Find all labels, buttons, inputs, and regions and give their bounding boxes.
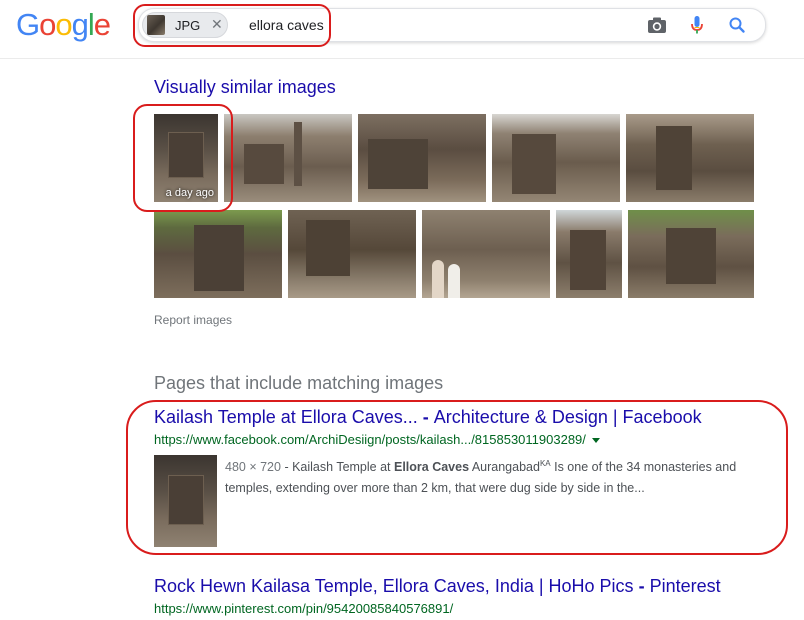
google-logo[interactable]: G o o g l e <box>16 7 111 42</box>
search-box[interactable]: JPG ✕ <box>138 8 766 42</box>
pillar-shape <box>294 122 302 186</box>
result-1-dimensions: 480 × 720 <box>225 460 281 475</box>
camera-icon[interactable] <box>646 15 668 35</box>
similar-image-7[interactable] <box>288 210 416 298</box>
similar-image-3[interactable] <box>358 114 486 202</box>
result-2-url[interactable]: https://www.pinterest.com/pin/9542008584… <box>154 601 453 616</box>
logo-letter-g2: g <box>71 7 89 42</box>
result-1-thumbnail[interactable] <box>154 455 217 547</box>
image-age-label: a day ago <box>165 187 214 199</box>
temple-shape <box>244 144 284 184</box>
logo-letter-o2: o <box>55 7 72 42</box>
image-search-chip[interactable]: JPG ✕ <box>142 12 228 38</box>
search-icon[interactable] <box>726 15 748 35</box>
similar-image-4[interactable] <box>492 114 620 202</box>
result-1-title-site: Architecture & Design | Facebook <box>433 407 702 427</box>
temple-shape <box>194 225 244 291</box>
similar-image-6[interactable] <box>154 210 282 298</box>
result-1-snippet: 480 × 720 - Kailash Temple at Ellora Cav… <box>225 453 770 499</box>
temple-shape <box>168 132 204 178</box>
temple-shape <box>306 220 350 276</box>
snippet-part: Aurangabad <box>469 460 540 475</box>
logo-letter-g: G <box>16 7 40 42</box>
snippet-superscript: KA <box>539 459 551 468</box>
microphone-icon[interactable] <box>686 15 708 35</box>
visually-similar-heading[interactable]: Visually similar images <box>154 77 336 98</box>
matching-pages-heading: Pages that include matching images <box>154 373 444 393</box>
snippet-part: - Kailash Temple at <box>280 460 394 475</box>
similar-image-10[interactable] <box>628 210 754 298</box>
similar-image-5[interactable] <box>626 114 754 202</box>
result-1-title[interactable]: Kailash Temple at Ellora Caves... - Arch… <box>154 407 702 428</box>
temple-shape <box>666 228 716 284</box>
temple-shape <box>656 126 692 190</box>
search-input[interactable] <box>249 17 449 33</box>
logo-letter-e: e <box>93 7 111 42</box>
snippet-bold: Ellora Caves <box>394 460 470 475</box>
chevron-down-icon[interactable] <box>591 438 600 444</box>
close-icon[interactable]: ✕ <box>211 16 223 33</box>
chip-label: JPG <box>175 18 201 33</box>
result-1-title-main: Kailash Temple at Ellora Caves... <box>154 407 418 427</box>
similar-image-2[interactable] <box>224 114 352 202</box>
result-2-title-site: Pinterest <box>649 576 721 596</box>
chip-image-thumbnail <box>147 15 165 35</box>
temple-shape <box>570 230 606 290</box>
result-2-title-sep: - <box>633 576 650 596</box>
temple-shape <box>368 139 428 189</box>
temple-shape <box>512 134 556 194</box>
result-2-title-main: Rock Hewn Kailasa Temple, Ellora Caves, … <box>154 576 634 596</box>
similar-image-8[interactable] <box>422 210 550 298</box>
result-1-url[interactable]: https://www.facebook.com/ArchiDesiign/po… <box>154 432 600 447</box>
person-shape <box>432 260 444 298</box>
result-2-title[interactable]: Rock Hewn Kailasa Temple, Ellora Caves, … <box>154 576 721 597</box>
similar-image-1[interactable]: a day ago <box>154 114 218 202</box>
logo-letter-o1: o <box>39 7 56 42</box>
temple-shape <box>168 475 204 525</box>
result-1-title-sep: - <box>417 407 434 427</box>
report-images-link[interactable]: Report images <box>154 313 232 327</box>
result-1-url-text: https://www.facebook.com/ArchiDesiign/po… <box>154 432 586 447</box>
person-shape <box>448 264 460 298</box>
similar-image-9[interactable] <box>556 210 622 298</box>
header-divider <box>0 58 804 59</box>
